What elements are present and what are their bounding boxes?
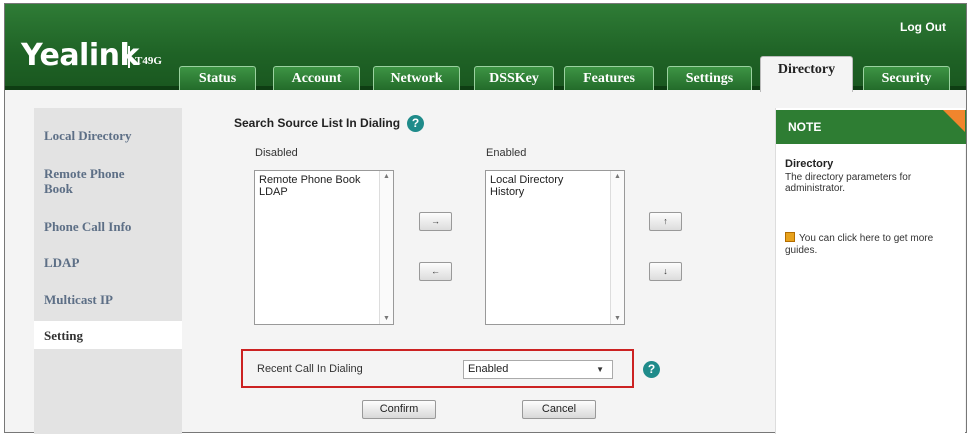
tab-account[interactable]: Account bbox=[273, 66, 360, 90]
scroll-up-icon[interactable]: ▲ bbox=[614, 173, 621, 180]
note-header: NOTE bbox=[776, 110, 966, 144]
note-panel: NOTE Directory The directory parameters … bbox=[775, 108, 966, 434]
web-ui-frame: Yealink T49G Log Out Status Account Netw… bbox=[4, 3, 967, 434]
tab-status[interactable]: Status bbox=[179, 66, 256, 90]
list-item[interactable]: LDAP bbox=[255, 186, 393, 198]
move-right-button[interactable]: → bbox=[419, 212, 452, 231]
note-heading: Directory bbox=[785, 158, 834, 170]
section-title: Search Source List In Dialing bbox=[234, 116, 401, 130]
note-guide-text[interactable]: You can click here to get more guides. bbox=[785, 233, 933, 256]
note-corner-icon bbox=[943, 110, 965, 132]
tab-settings[interactable]: Settings bbox=[667, 66, 752, 90]
scroll-up-icon[interactable]: ▲ bbox=[383, 173, 390, 180]
sidebar-item-setting[interactable]: Setting bbox=[34, 321, 182, 349]
scroll-down-icon[interactable]: ▼ bbox=[383, 315, 390, 322]
main-tabs: Status Account Network DSSKey Features S… bbox=[5, 56, 966, 92]
note-guide-link[interactable]: You can click here to get more guides. bbox=[785, 232, 960, 257]
sidebar-item-local-directory[interactable]: Local Directory bbox=[44, 128, 131, 143]
scrollbar[interactable]: ▲ ▼ bbox=[379, 171, 393, 324]
cancel-button[interactable]: Cancel bbox=[522, 400, 596, 419]
recent-call-label: Recent Call In Dialing bbox=[257, 363, 363, 375]
sidebar-item-ldap[interactable]: LDAP bbox=[44, 255, 79, 270]
sidebar: Local Directory Remote Phone Book Phone … bbox=[34, 108, 182, 434]
chevron-down-icon[interactable]: ▼ bbox=[596, 361, 604, 378]
move-down-button[interactable]: ↓ bbox=[649, 262, 682, 281]
sidebar-item-multicast-ip[interactable]: Multicast IP bbox=[44, 292, 113, 307]
disabled-list-label: Disabled bbox=[255, 147, 298, 159]
confirm-button[interactable]: Confirm bbox=[362, 400, 436, 419]
sidebar-item-remote-phone-book[interactable]: Remote Phone Book bbox=[44, 166, 154, 196]
help-icon[interactable]: ? bbox=[407, 115, 424, 132]
help-icon[interactable]: ? bbox=[643, 361, 660, 378]
list-item[interactable]: Local Directory bbox=[486, 174, 624, 186]
recent-call-value: Enabled bbox=[468, 363, 509, 375]
sidebar-item-phone-call-info[interactable]: Phone Call Info bbox=[44, 219, 131, 234]
move-left-button[interactable]: ← bbox=[419, 262, 452, 281]
guide-book-icon bbox=[785, 232, 795, 242]
note-text: The directory parameters for administrat… bbox=[785, 172, 912, 194]
logout-link[interactable]: Log Out bbox=[900, 20, 946, 34]
list-item[interactable]: Remote Phone Book bbox=[255, 174, 393, 186]
recent-call-row: Recent Call In Dialing Enabled ▼ bbox=[241, 349, 634, 388]
tab-dsskey[interactable]: DSSKey bbox=[474, 66, 554, 90]
enabled-list[interactable]: Local Directory History ▲ ▼ bbox=[485, 170, 625, 325]
scrollbar[interactable]: ▲ ▼ bbox=[610, 171, 624, 324]
recent-call-select[interactable]: Enabled ▼ bbox=[463, 360, 613, 379]
tab-security[interactable]: Security bbox=[863, 66, 950, 90]
tab-directory[interactable]: Directory bbox=[760, 56, 853, 92]
logo-separator bbox=[128, 46, 130, 68]
tab-network[interactable]: Network bbox=[373, 66, 460, 90]
list-item[interactable]: History bbox=[486, 186, 624, 198]
header-bar: Yealink T49G Log Out Status Account Netw… bbox=[5, 4, 966, 92]
disabled-list[interactable]: Remote Phone Book LDAP ▲ ▼ bbox=[254, 170, 394, 325]
tab-features[interactable]: Features bbox=[564, 66, 654, 90]
move-up-button[interactable]: ↑ bbox=[649, 212, 682, 231]
enabled-list-label: Enabled bbox=[486, 147, 527, 159]
scroll-down-icon[interactable]: ▼ bbox=[614, 315, 621, 322]
